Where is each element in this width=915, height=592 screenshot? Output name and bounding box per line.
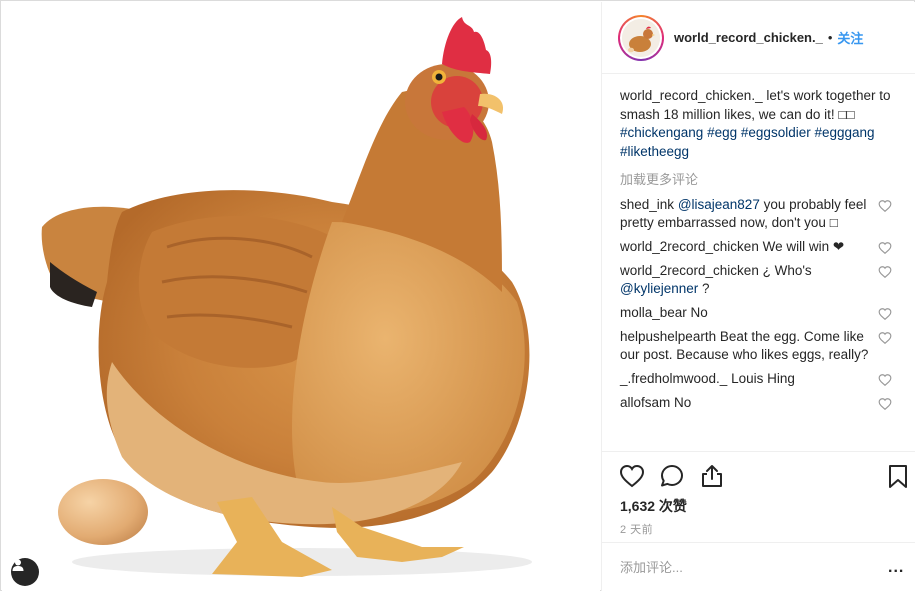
post-timestamp[interactable]: 2 天前: [620, 521, 653, 537]
comment-text: No: [686, 305, 708, 320]
add-comment-bar: ...: [602, 542, 915, 592]
like-comment-heart-icon[interactable]: [878, 241, 892, 255]
comment-item: _.fredholmwood._ Louis Hing: [620, 370, 892, 388]
like-comment-heart-icon[interactable]: [878, 199, 892, 213]
mention-link[interactable]: @kyliejenner: [620, 281, 698, 296]
like-comment-heart-icon[interactable]: [878, 397, 892, 411]
comment-item: world_2record_chicken We will win ❤: [620, 238, 892, 256]
hashtag-link[interactable]: #egg: [707, 125, 737, 140]
hashtag-link[interactable]: #liketheegg: [620, 144, 689, 159]
comment-item: allofsam No: [620, 394, 892, 412]
comment-username-link[interactable]: allofsam: [620, 395, 670, 410]
heart-icon[interactable]: [618, 462, 646, 490]
comment-item: world_2record_chicken ¿ Who's @kyliejenn…: [620, 262, 892, 298]
comment-text: ¿ Who's: [758, 263, 812, 278]
comments-list[interactable]: world_record_chicken._ let's work togeth…: [602, 75, 915, 451]
comment-username-link[interactable]: shed_ink: [620, 197, 674, 212]
avatar-image: [622, 18, 660, 57]
comment-text: Louis Hing: [727, 371, 795, 386]
load-more-comments-button[interactable]: 加载更多评论: [620, 169, 898, 188]
hashtag-link[interactable]: #eggsoldier: [741, 125, 811, 140]
chicken-avatar-icon: [622, 18, 660, 57]
more-options-button[interactable]: ...: [888, 559, 904, 577]
comment-username-link[interactable]: molla_bear: [620, 305, 687, 320]
post-actions: 1,632 次赞 2 天前 ...: [602, 451, 915, 591]
caption-username-link[interactable]: world_record_chicken._: [620, 88, 763, 103]
share-icon[interactable]: [698, 462, 726, 490]
like-comment-heart-icon[interactable]: [878, 331, 892, 345]
comment-text: We will win ❤: [758, 239, 845, 254]
post-side-panel: world_record_chicken._ • 关注 world_record…: [601, 2, 915, 591]
mention-link[interactable]: @lisajean827: [678, 197, 760, 212]
tag-user-button[interactable]: [11, 558, 39, 586]
post-image[interactable]: [2, 2, 600, 591]
hashtag-link[interactable]: #chickengang: [620, 125, 703, 140]
comment-username-link[interactable]: _.fredholmwood._: [620, 371, 727, 386]
comment-text: No: [670, 395, 692, 410]
like-comment-heart-icon[interactable]: [878, 307, 892, 321]
likes-count[interactable]: 1,632 次赞: [620, 496, 687, 516]
hashtag-link[interactable]: #egggang: [814, 125, 874, 140]
comment-item: molla_bear No: [620, 304, 892, 322]
comment-text: ?: [698, 281, 710, 296]
comment-username-link[interactable]: world_2record_chicken: [620, 263, 759, 278]
comment-input[interactable]: [620, 557, 870, 577]
comment-username-link[interactable]: helpushelpearth: [620, 329, 716, 344]
comment-username-link[interactable]: world_2record_chicken: [620, 239, 759, 254]
post-header: world_record_chicken._ • 关注: [602, 2, 915, 74]
avatar[interactable]: [618, 14, 664, 61]
user-icon: [12, 559, 24, 571]
comment-icon[interactable]: [658, 462, 686, 490]
follow-button[interactable]: 关注: [837, 28, 863, 47]
like-comment-heart-icon[interactable]: [878, 373, 892, 387]
bookmark-icon[interactable]: [884, 462, 912, 490]
chicken-photo: [41, 17, 532, 577]
comment-item: helpushelpearth Beat the egg. Come like …: [620, 328, 892, 364]
post-caption: world_record_chicken._ let's work togeth…: [620, 87, 894, 161]
separator-dot: •: [827, 30, 833, 45]
like-comment-heart-icon[interactable]: [878, 265, 892, 279]
header-username-link[interactable]: world_record_chicken._: [674, 30, 823, 45]
post-dialog: world_record_chicken._ • 关注 world_record…: [0, 0, 915, 591]
comment-item: shed_ink @lisajean827 you probably feel …: [620, 196, 892, 232]
